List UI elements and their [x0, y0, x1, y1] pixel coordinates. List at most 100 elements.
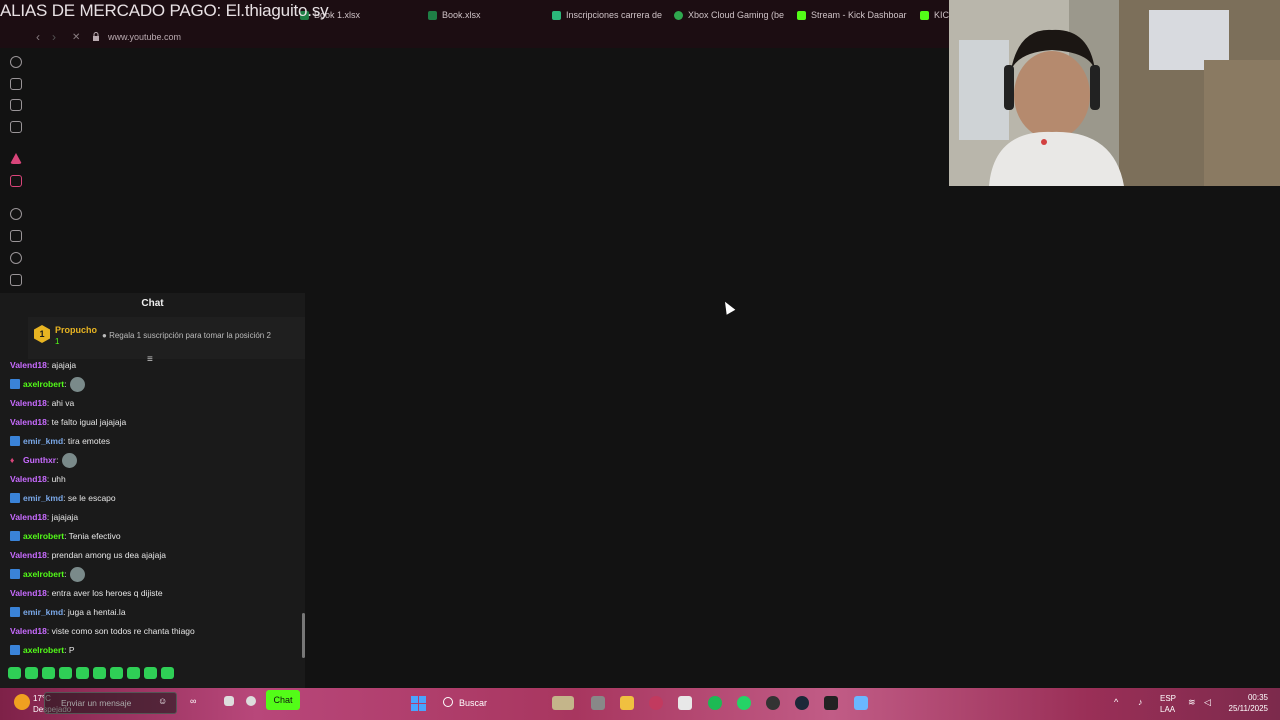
excel-icon: [428, 10, 437, 20]
chat-scrollbar[interactable]: [302, 613, 305, 658]
emote[interactable]: [76, 667, 89, 679]
webcam-image: [949, 0, 1280, 186]
url-field[interactable]: www.youtube.com: [108, 32, 181, 42]
chat-send-button[interactable]: Chat: [266, 690, 300, 710]
close-load-icon[interactable]: ✕: [72, 32, 80, 43]
subscriber-badge-icon: [10, 436, 20, 446]
chat-message: axelrobert: Tenia efectivo: [10, 528, 121, 544]
forward-icon[interactable]: ›: [52, 30, 56, 44]
pinned-gift-message[interactable]: ● Regala 1 suscripción para tomar la pos…: [102, 331, 271, 340]
tab-kick[interactable]: KIC: [920, 8, 950, 22]
emote[interactable]: [127, 667, 140, 679]
emote[interactable]: [161, 667, 174, 679]
play-icon[interactable]: [10, 208, 22, 220]
kick-icon: [920, 10, 929, 20]
chat-text: : uhh: [46, 474, 66, 484]
spotify-icon[interactable]: [708, 696, 722, 710]
subscriber-badge-icon: [10, 645, 20, 655]
pin-icon[interactable]: [10, 230, 22, 242]
chat-username[interactable]: Valend18: [10, 550, 47, 560]
language-top[interactable]: ESP: [1160, 694, 1176, 703]
chat-username[interactable]: Valend18: [10, 417, 47, 427]
chat-message: Valend18: te falto igual jajajaja: [10, 414, 126, 430]
volume-icon[interactable]: ◁: [1204, 697, 1211, 708]
chat-settings-icon[interactable]: [246, 696, 256, 706]
arc-icon[interactable]: [10, 153, 22, 164]
emote[interactable]: [42, 667, 55, 679]
emote[interactable]: [59, 667, 72, 679]
chat-username[interactable]: axelrobert: [23, 645, 64, 655]
clock-time[interactable]: 00:35: [1236, 693, 1268, 702]
emote[interactable]: [25, 667, 38, 679]
chat-text: : entra aver los heroes q dijiste: [46, 588, 163, 598]
chat-username[interactable]: Valend18: [10, 512, 47, 522]
store-icon[interactable]: [678, 696, 692, 710]
taskbar-search[interactable]: Buscar: [459, 698, 487, 708]
tab-xbox-cloud[interactable]: Xbox Cloud Gaming (be: [674, 8, 784, 22]
infinity-icon[interactable]: ∞: [190, 696, 214, 710]
emote-icon: [70, 566, 86, 582]
twitch-icon[interactable]: [10, 175, 22, 187]
taskview-icon[interactable]: [591, 696, 605, 710]
chat-username[interactable]: axelrobert: [23, 531, 64, 541]
chat-username[interactable]: emir_kmd: [23, 493, 63, 503]
chat-username[interactable]: emir_kmd: [23, 607, 63, 617]
pinned-username[interactable]: Propucho: [55, 325, 97, 335]
emoji-icon[interactable]: ☺: [158, 696, 172, 710]
tray-chevron-icon[interactable]: ^: [1114, 697, 1118, 707]
microphone-icon[interactable]: ♪: [1138, 697, 1143, 707]
emote-icon: [70, 376, 86, 392]
whatsapp-icon[interactable]: [737, 696, 751, 710]
wifi-icon[interactable]: ≋: [1188, 697, 1196, 708]
app-icon[interactable]: [552, 696, 574, 710]
obs-icon[interactable]: [766, 696, 780, 710]
chat-text: : jajajaja: [46, 512, 79, 522]
chat-username[interactable]: emir_kmd: [23, 436, 63, 446]
chat-username[interactable]: axelrobert: [23, 379, 64, 389]
chat-message: Valend18: entra aver los heroes q dijist…: [10, 585, 163, 601]
chat-messages: Valend18: ajajaja axelrobert: Valend18: a…: [0, 361, 300, 661]
chat-username[interactable]: Valend18: [10, 474, 47, 484]
refresh-icon[interactable]: [10, 56, 22, 68]
chat-message: Valend18: viste como son todos re chanta…: [10, 623, 195, 639]
tab-book[interactable]: Book.xlsx: [428, 8, 528, 22]
chat-username[interactable]: Valend18: [10, 588, 47, 598]
browser-icon[interactable]: [649, 696, 663, 710]
chat-username[interactable]: axelrobert: [23, 569, 64, 579]
chat-text: : se le escapo: [63, 493, 116, 503]
emote[interactable]: [110, 667, 123, 679]
chat-text: : P: [64, 645, 75, 655]
chat-username[interactable]: Valend18: [10, 361, 47, 370]
chat-message: Valend18: ahi va: [10, 395, 74, 411]
m-icon[interactable]: [10, 121, 22, 133]
tab-kick-dashboard[interactable]: Stream - Kick Dashboar: [797, 8, 907, 22]
chat-username[interactable]: Valend18: [10, 626, 47, 636]
shop-icon[interactable]: [224, 696, 234, 706]
clock-date[interactable]: 25/11/2025: [1222, 704, 1268, 713]
chat-text: : te falto igual jajajaja: [46, 417, 127, 427]
epic-games-icon[interactable]: [824, 696, 838, 710]
chat-username[interactable]: Valend18: [10, 398, 47, 408]
back-icon[interactable]: ‹: [36, 30, 40, 44]
chat-message: axelrobert: P: [10, 642, 75, 658]
windows-start-icon[interactable]: [411, 696, 426, 711]
steam-icon[interactable]: [795, 696, 809, 710]
screen: Book 1.xlsx Book.xlsx Inscripciones carr…: [0, 0, 1280, 720]
chat-username[interactable]: Gunthxr: [23, 455, 56, 465]
download-icon[interactable]: [10, 274, 22, 286]
subscriber-badge-icon: [10, 531, 20, 541]
notepad-icon[interactable]: [854, 696, 868, 710]
chat-text: :: [64, 379, 67, 389]
weather-icon[interactable]: [14, 694, 30, 710]
emote[interactable]: [93, 667, 106, 679]
language-bottom: LAA: [1160, 705, 1176, 714]
taskbar: 17°C Despejado Enviar un mensaje ☺ ∞ Cha…: [0, 688, 1280, 720]
file-explorer-icon[interactable]: [620, 696, 634, 710]
emote[interactable]: [8, 667, 21, 679]
tab-inscripciones[interactable]: Inscripciones carrera de: [552, 8, 662, 22]
history-icon[interactable]: [10, 252, 22, 264]
ticket-icon[interactable]: [10, 99, 22, 111]
emote[interactable]: [144, 667, 157, 679]
chat-message: Valend18: prendan among us dea ajajaja: [10, 547, 166, 563]
bag-icon[interactable]: [10, 78, 22, 90]
